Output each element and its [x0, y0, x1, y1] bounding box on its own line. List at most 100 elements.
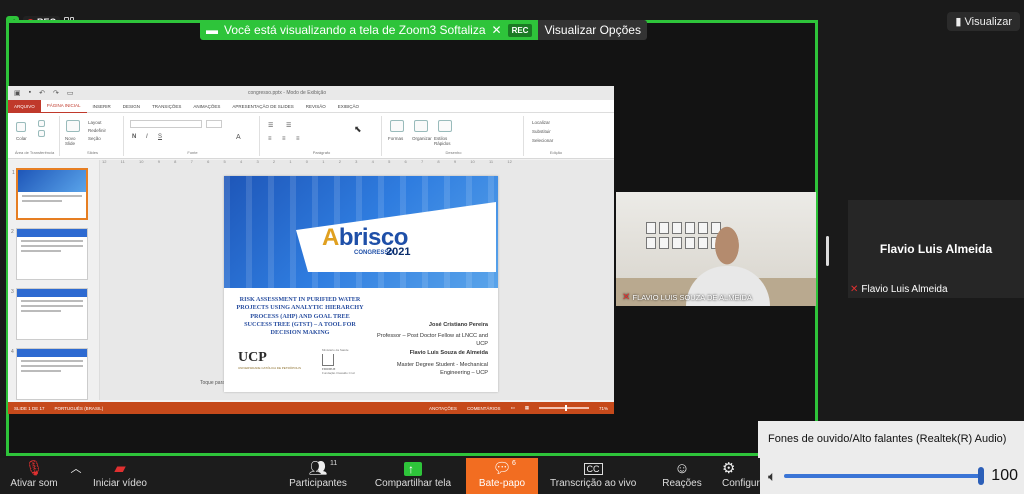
slide-thumbnails-pane: 1 2 3 4 [8, 160, 100, 400]
author-1-name: José Cristiano Pereira [428, 322, 488, 328]
reset-button[interactable]: Redefinir [88, 128, 106, 133]
ruler-tick: 10 [139, 159, 144, 164]
author-2-role: Master Degree Student - Mechanical Engin… [396, 362, 488, 376]
speaker-icon[interactable]: 🔈︎ [768, 468, 776, 485]
italic-icon[interactable]: I [146, 134, 148, 140]
normal-view-icon[interactable]: ▭ [510, 405, 514, 411]
reactions-button[interactable]: ☺︎ Reações [656, 458, 708, 494]
participant-tile-name: Flavio Luis Almeida [879, 242, 993, 256]
select-button[interactable]: Selecionar [532, 138, 553, 143]
share-screen-button[interactable]: Compartilhar tela [372, 458, 454, 494]
settings-button[interactable]: ⚙︎ Configurações [722, 458, 760, 494]
volume-slider-thumb[interactable] [978, 467, 984, 485]
zoom-slider[interactable] [538, 405, 589, 411]
sorter-view-icon[interactable]: ▦ [525, 405, 529, 411]
ppt-tab-slideshow[interactable]: APRESENTAÇÃO DE SLIDES [226, 100, 299, 113]
ppt-title-bar: ▣ ▪ ↶ ↷ ▭ congresso.pptx - Modo de Exibi… [8, 86, 614, 100]
comments-toggle[interactable]: COMENTÁRIOS [467, 406, 501, 411]
slide-thumbnail-3[interactable]: 3 [11, 288, 88, 340]
bullets-icon[interactable]: ☰ [268, 122, 273, 129]
notes-toggle[interactable]: ANOTAÇÕES [429, 406, 457, 411]
ruler-tick: 12 [102, 159, 107, 164]
video-participant-name: ✕ FLAVIO LUIS SOUZA DE ALMEIDA [622, 292, 752, 303]
ruler-tick: 9 [157, 159, 160, 164]
fiocruz-emblem-icon [322, 354, 334, 366]
ppt-tab-transitions[interactable]: TRANSIÇÕES [146, 100, 187, 113]
ppt-ribbon-tabs: ARQUIVO PÁGINA INICIAL INSERIR DESIGN TR… [8, 99, 614, 114]
author-2-name: Flavio Luis Souza de Almeida [409, 350, 488, 356]
participants-icon: 👥︎ [308, 460, 328, 477]
meeting-toolbar: 🎙︎ Ativar som ︿ ▰ Iniciar vídeo 👥︎ 11 Pa… [0, 458, 760, 494]
audio-device-popup: Fones de ouvido/Alto falantes (Realtek(R… [758, 421, 1024, 494]
underline-icon[interactable]: S [158, 134, 162, 140]
present-icon[interactable]: ▭ [67, 89, 74, 97]
ruler-tick: 2 [272, 159, 276, 164]
fiocruz-logo: Ministério da Saúde FIOCRUZ Fundação Osw… [322, 348, 356, 375]
layout-button[interactable]: Layout [88, 120, 102, 125]
ribbon-group-paragraph: ☰ ☰ ≡ ≡ ≡ ⬉ Parágrafo [262, 116, 382, 156]
font-name-select[interactable] [130, 120, 202, 128]
slide-thumbnail-2[interactable]: 2 [11, 228, 88, 280]
volume-slider[interactable] [784, 467, 984, 485]
quick-styles-icon[interactable] [438, 120, 452, 132]
unmute-button[interactable]: 🎙︎ Ativar som [8, 458, 60, 494]
ppt-tab-review[interactable]: REVISÃO [300, 100, 332, 113]
undo-icon[interactable]: ↶ [39, 89, 45, 97]
cut-icon[interactable] [38, 120, 45, 127]
copy-icon[interactable] [38, 130, 45, 137]
closed-caption-icon: CC [583, 463, 603, 475]
live-transcript-button[interactable]: CC Transcrição ao vivo [550, 458, 636, 494]
bold-icon[interactable]: N [132, 134, 136, 140]
ppt-tab-file[interactable]: ARQUIVO [8, 99, 41, 113]
ppt-tab-view[interactable]: EXIBIÇÃO [332, 100, 365, 113]
align-center-icon[interactable]: ≡ [282, 136, 286, 142]
find-button[interactable]: Localizar [532, 120, 550, 125]
share-screen-icon [404, 458, 422, 480]
ruler-tick: 7 [190, 159, 193, 164]
view-options-button[interactable]: Visualizar Opções [538, 20, 647, 40]
align-left-icon[interactable]: ≡ [268, 136, 272, 142]
arrange-icon[interactable] [414, 120, 428, 132]
ribbon-group-drawing: Formas Organizar Estilos Rápidos Desenho [384, 116, 524, 156]
paste-icon[interactable] [16, 122, 26, 132]
participant-face [704, 226, 750, 282]
ppt-tab-design[interactable]: DESIGN [117, 100, 146, 113]
ruler-tick: 4 [239, 159, 243, 164]
section-button[interactable]: Seção [88, 136, 101, 141]
start-video-button[interactable]: ▰ Iniciar vídeo [90, 458, 150, 494]
ruler-tick: 0 [305, 159, 309, 164]
redo-icon[interactable]: ↷ [53, 89, 59, 97]
ppt-tab-insert[interactable]: INSERIR [87, 100, 117, 113]
ruler-tick: 12 [507, 159, 512, 164]
ruler-tick: 1 [322, 159, 325, 164]
ruler-tick: 2 [338, 159, 341, 164]
ruler-tick: 11 [120, 159, 125, 164]
font-color-icon[interactable]: A [236, 134, 241, 141]
font-size-select[interactable] [206, 120, 222, 128]
panel-resize-handle[interactable] [826, 236, 829, 266]
participant-video-tile[interactable]: ✕ FLAVIO LUIS SOUZA DE ALMEIDA [616, 192, 816, 306]
zoom-level[interactable]: 71% [599, 406, 608, 411]
ribbon-group-font: N I S A Fonte [126, 116, 260, 156]
numbering-icon[interactable]: ☰ [286, 122, 291, 129]
ruler-tick: 7 [420, 159, 424, 164]
ppt-tab-animations[interactable]: ANIMAÇÕES [187, 100, 226, 113]
view-button[interactable]: ▮ Visualizar [947, 12, 1020, 31]
align-right-icon[interactable]: ≡ [296, 136, 300, 142]
slide-thumbnail-4[interactable]: 4 [11, 348, 88, 400]
author-1-role: Professor – Post Doctor Fellow at LNCC a… [377, 333, 488, 347]
participants-button[interactable]: 👥︎ 11 Participantes [286, 458, 350, 494]
audio-options-button[interactable]: ︿ [66, 458, 86, 494]
new-slide-icon[interactable] [66, 120, 80, 132]
ppt-tab-home[interactable]: PÁGINA INICIAL [40, 99, 87, 114]
chevron-up-icon: ︿ [70, 463, 82, 475]
muted-microphone-icon: 🎙︎ [24, 460, 44, 477]
ruler-tick: 6 [404, 159, 407, 164]
ucp-logo-subtitle: UNIVERSIDADE CATÓLICA DE PETRÓPOLIS [238, 366, 301, 370]
slide-thumbnail-1[interactable]: 1 [12, 168, 88, 220]
replace-button[interactable]: Substituir [532, 129, 551, 134]
save-icon[interactable]: ▪ [29, 89, 31, 97]
ruler: 12 11 10 9 8 7 6 5 4 3 2 1 0 1 2 3 4 5 6 7 8 9 10 11 12 [102, 159, 512, 167]
chat-button[interactable]: 💬︎ 6 Bate-papo [466, 458, 538, 494]
shapes-icon[interactable] [390, 120, 404, 132]
